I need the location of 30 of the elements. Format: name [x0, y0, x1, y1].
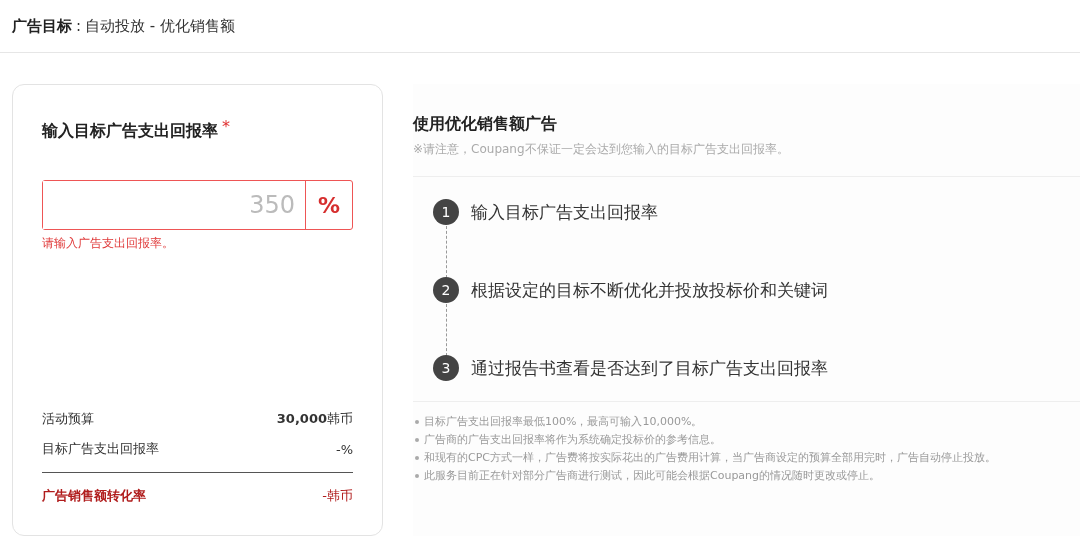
- bullet-dot-icon: [415, 455, 419, 460]
- bullet-text: 此服务目前正在针对部分广告商进行测试，因此可能会根据Coupang的情况随时更改或停止。: [424, 468, 881, 483]
- step-number: 3: [433, 355, 459, 381]
- step-text: 通过报告书查看是否达到了目标广告支出回报率: [471, 356, 828, 380]
- summary-label: 广告销售额转化率: [42, 487, 146, 505]
- step-text: 输入目标广告支出回报率: [471, 200, 658, 224]
- summary-value: 30,000韩币: [276, 410, 353, 428]
- roas-input-field[interactable]: 350 %: [42, 180, 353, 230]
- header-separator: :: [76, 17, 82, 35]
- required-mark: *: [222, 117, 230, 136]
- bullet-dot-icon: [415, 473, 419, 478]
- bullet-text: 广告商的广告支出回报率将作为系统确定投标价的参考信息。: [424, 432, 721, 447]
- info-title: 使用优化销售额广告: [413, 114, 558, 135]
- summary-value: -韩币: [322, 487, 353, 505]
- summary-label: 目标广告支出回报率: [42, 440, 159, 458]
- step-number: 2: [433, 277, 459, 303]
- bullet-text: 目标广告支出回报率最低100%，最高可输入10,000%。: [424, 414, 703, 429]
- header-label: 广告目标: [12, 16, 72, 36]
- bullet-dot-icon: [415, 437, 419, 442]
- step-number: 1: [433, 199, 459, 225]
- step-text: 根据设定的目标不断优化并投放投标价和关键词: [471, 278, 828, 302]
- bullet-text: 和现有的CPC方式一样，广告费将按实际花出的广告费用计算，当广告商设定的预算全部用完时，广告自动停止投放。: [424, 450, 996, 465]
- info-note: ※请注意，Coupang不保证一定会达到您输入的目标广告支出回报率。: [413, 141, 790, 158]
- header-value: 自动投放 - 优化销售额: [85, 16, 235, 36]
- card-title: 输入目标广告支出回报率: [42, 121, 218, 142]
- summary-value: -%: [335, 441, 353, 457]
- percent-unit: %: [305, 181, 352, 229]
- bullet-dot-icon: [415, 419, 419, 424]
- error-message: 请输入广告支出回报率。: [42, 235, 175, 252]
- summary-label: 活动预算: [42, 410, 94, 428]
